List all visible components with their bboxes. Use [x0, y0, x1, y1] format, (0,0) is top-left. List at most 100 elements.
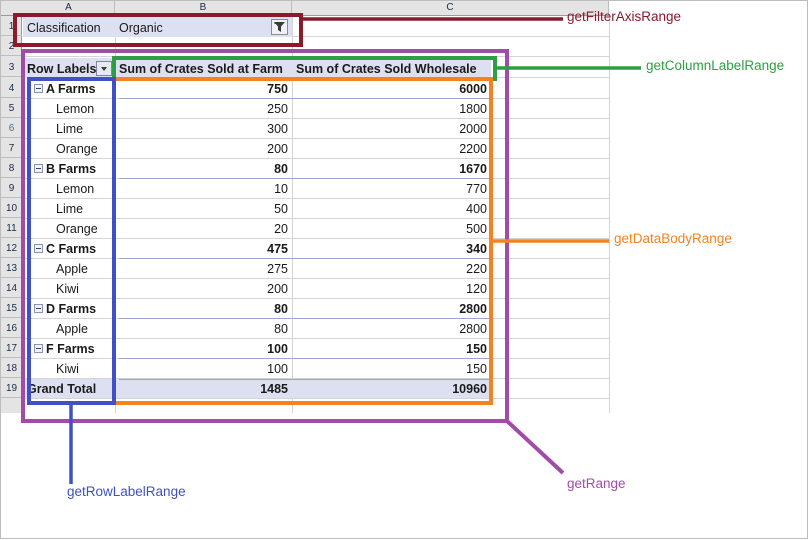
- pivot-row-label[interactable]: Apple: [56, 261, 114, 277]
- screenshot-root: A B C 1 2 3 4 5 6 7 8 9 10 11 12 13 14 15 16 17 18 19 Clas…: [0, 0, 808, 539]
- row-labels-header-text: Row Labels: [27, 62, 97, 76]
- grid-row-divider: [23, 338, 609, 339]
- pivot-value-farm[interactable]: 275: [119, 261, 288, 277]
- row-number-10[interactable]: 10: [1, 199, 22, 218]
- filter-icon[interactable]: [271, 19, 288, 35]
- grid-row-divider: [23, 238, 609, 239]
- row-number-3[interactable]: 3: [1, 58, 22, 77]
- annotation-label-column-label: getColumnLabelRange: [646, 58, 785, 73]
- pivot-value-wholesale[interactable]: 120: [296, 281, 487, 297]
- pivot-row-label[interactable]: Lime: [56, 201, 114, 217]
- column-header-a[interactable]: A: [23, 1, 115, 15]
- grid-row-divider: [23, 298, 609, 299]
- row-number-12[interactable]: 12: [1, 239, 22, 258]
- pivot-value-wholesale[interactable]: 220: [296, 261, 487, 277]
- row-number-2[interactable]: 2: [1, 37, 22, 56]
- pivot-value-farm[interactable]: 50: [119, 201, 288, 217]
- pivot-value-farm[interactable]: 10: [119, 181, 288, 197]
- pivot-value-farm[interactable]: 200: [119, 281, 288, 297]
- row-number-1[interactable]: 1: [1, 17, 22, 36]
- pivot-value-farm[interactable]: 750: [119, 81, 288, 97]
- pivot-subtotal-underline: [119, 258, 489, 259]
- pivot-value-wholesale[interactable]: 2000: [296, 121, 487, 137]
- pivot-row-label[interactable]: Lemon: [56, 101, 114, 117]
- pivot-row-label[interactable]: Apple: [56, 321, 114, 337]
- pivot-row-label[interactable]: F Farms: [46, 341, 111, 357]
- pivot-value-farm[interactable]: 100: [119, 361, 288, 377]
- pivot-row-label[interactable]: C Farms: [46, 241, 111, 257]
- filter-label: Classification: [27, 21, 101, 35]
- pivot-value-farm[interactable]: 200: [119, 141, 288, 157]
- annotation-label-row-label: getRowLabelRange: [67, 484, 186, 499]
- grand-total-wholesale[interactable]: 10960: [296, 381, 487, 397]
- column-header-c[interactable]: C: [292, 1, 609, 15]
- grid-row-divider: [23, 138, 609, 139]
- row-number-17[interactable]: 17: [1, 339, 22, 358]
- pivot-row-label[interactable]: Orange: [56, 221, 114, 237]
- row-number-5[interactable]: 5: [1, 99, 22, 118]
- pivot-value-wholesale[interactable]: 150: [296, 361, 487, 377]
- row-number-11[interactable]: 11: [1, 219, 22, 238]
- pivot-value-wholesale[interactable]: 500: [296, 221, 487, 237]
- row-number-9[interactable]: 9: [1, 179, 22, 198]
- grand-total-label[interactable]: Grand Total: [27, 381, 113, 397]
- spreadsheet: A B C 1 2 3 4 5 6 7 8 9 10 11 12 13 14 15 16 17 18 19 Clas…: [1, 1, 610, 413]
- expand-collapse-icon[interactable]: [34, 164, 43, 173]
- grid-row-divider: [23, 278, 609, 279]
- row-number-15[interactable]: 15: [1, 299, 22, 318]
- pivot-row-label[interactable]: Lemon: [56, 181, 114, 197]
- pivot-value-wholesale[interactable]: 6000: [296, 81, 487, 97]
- row-number-18[interactable]: 18: [1, 359, 22, 378]
- grand-total-farm[interactable]: 1485: [119, 381, 288, 397]
- annotation-label-range: getRange: [567, 476, 626, 491]
- pivot-value-wholesale[interactable]: 340: [296, 241, 487, 257]
- pivot-value-farm[interactable]: 80: [119, 321, 288, 337]
- pivot-value-farm[interactable]: 80: [119, 301, 288, 317]
- pivot-value-wholesale[interactable]: 2800: [296, 321, 487, 337]
- expand-collapse-icon[interactable]: [34, 304, 43, 313]
- pivot-value-farm[interactable]: 100: [119, 341, 288, 357]
- pivot-value-farm[interactable]: 80: [119, 161, 288, 177]
- row-number-13[interactable]: 13: [1, 259, 22, 278]
- pivot-value-wholesale[interactable]: 400: [296, 201, 487, 217]
- pivot-row-label[interactable]: Kiwi: [56, 281, 114, 297]
- row-number-16[interactable]: 16: [1, 319, 22, 338]
- filter-value: Organic: [119, 21, 163, 35]
- pivot-value-farm[interactable]: 475: [119, 241, 288, 257]
- pivot-row-label[interactable]: Orange: [56, 141, 114, 157]
- pivot-value-wholesale[interactable]: 1800: [296, 101, 487, 117]
- pivot-value-farm[interactable]: 20: [119, 221, 288, 237]
- row-number-8[interactable]: 8: [1, 159, 22, 178]
- row-number-19[interactable]: 19: [1, 379, 22, 398]
- pivot-subtotal-underline: [119, 178, 489, 179]
- pivot-value-wholesale[interactable]: 1670: [296, 161, 487, 177]
- pivot-value-farm[interactable]: 300: [119, 121, 288, 137]
- expand-collapse-icon[interactable]: [34, 344, 43, 353]
- col-header-wholesale: Sum of Crates Sold Wholesale: [296, 62, 477, 76]
- pivot-row-label[interactable]: A Farms: [46, 81, 111, 97]
- pivot-row-label[interactable]: D Farms: [46, 301, 111, 317]
- pivot-row-label[interactable]: Lime: [56, 121, 114, 137]
- pivot-row-label[interactable]: B Farms: [46, 161, 111, 177]
- grid-row-divider: [23, 56, 609, 57]
- expand-collapse-icon[interactable]: [34, 244, 43, 253]
- pivot-value-farm[interactable]: 250: [119, 101, 288, 117]
- filter-funnel-icon: [274, 22, 285, 32]
- annotation-label-filter-axis: getFilterAxisRange: [567, 9, 682, 24]
- pivot-value-wholesale[interactable]: 150: [296, 341, 487, 357]
- row-number-14[interactable]: 14: [1, 279, 22, 298]
- annotation-leader-range: [505, 419, 565, 475]
- expand-collapse-icon[interactable]: [34, 84, 43, 93]
- pivot-subtotal-underline: [119, 358, 489, 359]
- column-header-b[interactable]: B: [115, 1, 292, 15]
- row-number-6[interactable]: 6: [1, 119, 22, 138]
- pivot-value-wholesale[interactable]: 2800: [296, 301, 487, 317]
- pivot-value-wholesale[interactable]: 770: [296, 181, 487, 197]
- row-number-7[interactable]: 7: [1, 139, 22, 158]
- pivot-value-wholesale[interactable]: 2200: [296, 141, 487, 157]
- pivot-row-label[interactable]: Kiwi: [56, 361, 114, 377]
- row-number-4[interactable]: 4: [1, 79, 22, 98]
- grid-row-divider: [23, 158, 609, 159]
- row-labels-filter-button[interactable]: [96, 61, 112, 76]
- annotation-label-data-body: getDataBodyRange: [614, 231, 732, 246]
